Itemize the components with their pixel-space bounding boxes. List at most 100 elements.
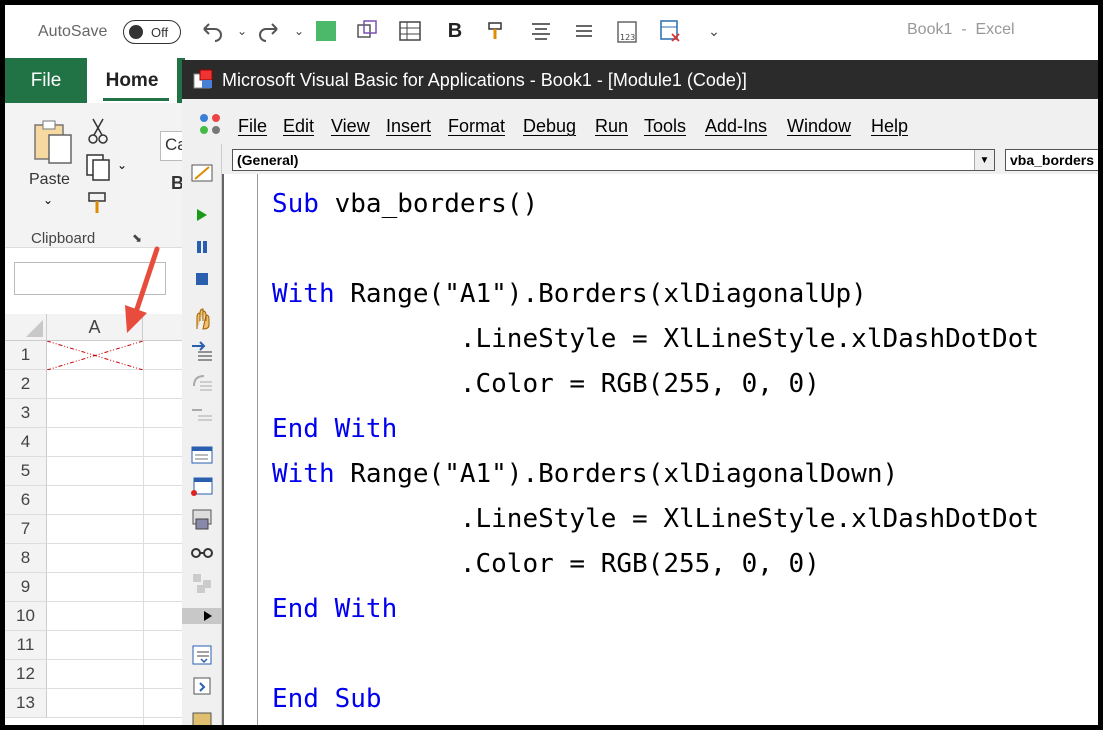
column-gridline	[143, 341, 144, 725]
menu-edit[interactable]: Edit	[283, 116, 314, 137]
code-line-3[interactable]: With Range("A1").Borders(xlDiagonalUp)	[272, 279, 867, 309]
format-painter-ribbon-icon[interactable]	[85, 189, 113, 220]
copy-icon[interactable]	[85, 153, 113, 186]
menu-file[interactable]: File	[238, 116, 267, 137]
code-line-8[interactable]: .LineStyle = XlLineStyle.xlDashDotDot	[272, 504, 1039, 534]
code-line-5[interactable]: .Color = RGB(255, 0, 0)	[272, 369, 820, 399]
toolbox-icon[interactable]	[189, 570, 215, 596]
worksheet-grid: A 1 2 3 4 5 6 7 8 9 10 11 12 13	[5, 314, 185, 725]
procedure-bar: (General) ▼ vba_borders	[222, 144, 1098, 174]
object-combo[interactable]: (General) ▼	[232, 149, 995, 171]
paste-icon[interactable]	[31, 117, 75, 170]
format-painter-icon[interactable]	[485, 19, 509, 43]
step-out-icon[interactable]	[189, 402, 215, 428]
row-header-2[interactable]: 2	[5, 370, 47, 399]
indent-icon[interactable]	[189, 642, 215, 668]
row-header-1[interactable]: 1	[5, 341, 47, 370]
row-header-7[interactable]: 7	[5, 515, 47, 544]
menu-tools[interactable]: Tools	[644, 116, 686, 137]
break-icon[interactable]	[189, 234, 215, 260]
align-justify-icon[interactable]	[572, 19, 596, 43]
properties-window-icon[interactable]	[189, 474, 215, 500]
menu-view[interactable]: View	[331, 116, 370, 137]
undo-icon[interactable]	[200, 19, 224, 43]
object-browser-icon[interactable]	[189, 506, 215, 532]
row-header-12[interactable]: 12	[5, 660, 47, 689]
code-line-1[interactable]: Sub vba_borders()	[272, 189, 538, 219]
code-line-12[interactable]: End Sub	[272, 684, 382, 714]
fill-color-icon[interactable]	[314, 19, 338, 43]
autosave-state: Off	[151, 24, 169, 40]
paste-label: Paste	[29, 171, 70, 188]
undo-dropdown-icon[interactable]: ⌄	[230, 19, 254, 43]
row-header-10[interactable]: 10	[5, 602, 47, 631]
copy-dropdown-icon[interactable]: ⌄	[117, 158, 127, 172]
autosave-toggle[interactable]: Off	[123, 20, 181, 44]
row-header-8[interactable]: 8	[5, 544, 47, 573]
code-line-10[interactable]: End With	[272, 594, 397, 624]
object-combo-dropdown-icon[interactable]: ▼	[974, 150, 994, 170]
shapes-icon[interactable]	[355, 19, 379, 43]
row-header-11[interactable]: 11	[5, 631, 47, 660]
row-gridline	[47, 572, 185, 573]
bold-icon[interactable]: B	[443, 19, 467, 43]
run-icon[interactable]	[189, 202, 215, 228]
row-header-3[interactable]: 3	[5, 399, 47, 428]
toolbar-overflow[interactable]	[182, 608, 222, 624]
row-header-13[interactable]: 13	[5, 689, 47, 718]
redo-dropdown-icon[interactable]: ⌄	[287, 19, 311, 43]
menu-debug[interactable]: Debug	[523, 116, 576, 137]
annotation-arrow	[125, 246, 160, 333]
code-editor[interactable]: Sub vba_borders() With Range("A1").Borde…	[222, 174, 1098, 725]
outdent-icon[interactable]	[189, 674, 215, 700]
module-menu-icon[interactable]	[196, 110, 224, 143]
project-explorer-icon[interactable]	[189, 442, 215, 468]
tab-home[interactable]: Home	[87, 58, 177, 103]
code-line-4[interactable]: .LineStyle = XlLineStyle.xlDashDotDot	[272, 324, 1039, 354]
code-margin-indicator-bar[interactable]	[224, 174, 258, 725]
design-mode-icon[interactable]	[189, 306, 215, 332]
tab-file[interactable]: File	[5, 58, 87, 103]
row-header-6[interactable]: 6	[5, 486, 47, 515]
row-header-9[interactable]: 9	[5, 573, 47, 602]
procedure-combo[interactable]: vba_borders	[1005, 149, 1098, 171]
row-gridline	[47, 485, 185, 486]
align-center-icon[interactable]	[529, 19, 553, 43]
table-icon[interactable]	[398, 19, 422, 43]
paste-dropdown-icon[interactable]: ⌄	[43, 193, 53, 207]
menu-help[interactable]: Help	[871, 116, 908, 137]
vba-menu-bar: File Edit View Insert Format Debug Run T…	[182, 104, 1098, 144]
code-line-6[interactable]: End With	[272, 414, 397, 444]
watch-icon[interactable]	[189, 538, 215, 564]
code-line-9[interactable]: .Color = RGB(255, 0, 0)	[272, 549, 820, 579]
step-into-icon[interactable]	[189, 338, 215, 364]
view-excel-icon[interactable]	[189, 160, 215, 186]
keyword: With	[272, 459, 335, 489]
customize-qat-icon[interactable]: ⌄	[702, 19, 726, 43]
reset-icon[interactable]	[189, 266, 215, 292]
menu-run[interactable]: Run	[595, 116, 628, 137]
menu-add-ins[interactable]: Add-Ins	[705, 116, 767, 137]
menu-insert[interactable]: Insert	[386, 116, 431, 137]
row-header-4[interactable]: 4	[5, 428, 47, 457]
menu-window[interactable]: Window	[787, 116, 851, 137]
keyword: Sub	[272, 189, 319, 219]
comment-block-icon[interactable]	[189, 704, 215, 725]
row-gridline	[47, 398, 185, 399]
row-gridline	[47, 543, 185, 544]
ribbon-tabs: File Home	[5, 58, 185, 103]
row-header-5[interactable]: 5	[5, 457, 47, 486]
svg-text:123: 123	[620, 33, 635, 42]
select-all-corner[interactable]	[5, 314, 47, 341]
vba-app-icon	[192, 68, 216, 97]
number-format-icon[interactable]: 123	[615, 19, 639, 43]
ribbon-clipboard-group: Paste ⌄ ⌄ Clipboard ⬊ Ca B	[5, 103, 190, 248]
code-line-7[interactable]: With Range("A1").Borders(xlDiagonalDown)	[272, 459, 898, 489]
clear-format-icon[interactable]	[658, 19, 682, 43]
cell-a1-diagonal-borders[interactable]	[47, 341, 143, 370]
cut-icon[interactable]	[87, 117, 109, 150]
menu-format[interactable]: Format	[448, 116, 505, 137]
step-over-icon[interactable]	[189, 370, 215, 396]
redo-icon[interactable]	[257, 19, 281, 43]
screenshot-frame: AutoSave Off ⌄ ⌄ B 123 ⌄ Book1 - Excel F…	[5, 5, 1098, 725]
